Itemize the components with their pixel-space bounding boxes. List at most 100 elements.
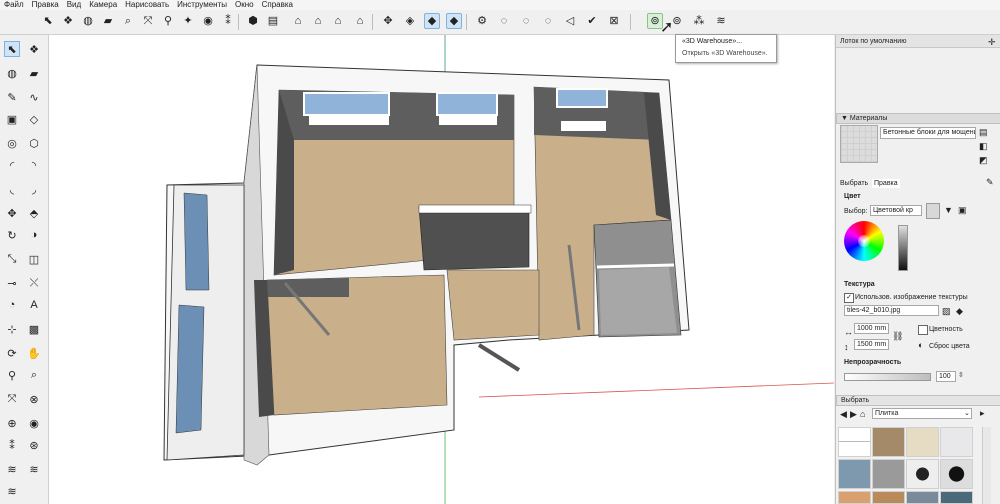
forward-arrow-icon[interactable]: ▶: [850, 409, 857, 419]
3d-text-icon[interactable]: ▩: [26, 321, 42, 337]
menu-view[interactable]: Вид: [67, 0, 81, 10]
reset-color-label[interactable]: Сброс цвета: [929, 342, 970, 351]
swatches-scrollbar[interactable]: [982, 427, 991, 504]
swatch-beige-tile[interactable]: [906, 427, 939, 457]
paint-bucket-icon[interactable]: ◍: [4, 65, 20, 81]
section-fill-icon[interactable]: ◌: [540, 13, 556, 29]
pin-icon[interactable]: ✛: [988, 37, 996, 47]
zoom-window-icon[interactable]: ⌕: [120, 13, 136, 29]
details-icon[interactable]: ▸: [980, 408, 985, 418]
browse-texture-icon[interactable]: ▨: [942, 306, 951, 316]
swatch-slate-tile[interactable]: [906, 491, 939, 504]
extension-manager-icon[interactable]: ≋: [713, 13, 729, 29]
sandbox-icon[interactable]: ◁: [562, 13, 578, 29]
section-display-icon[interactable]: ◌: [496, 13, 512, 29]
component-icon[interactable]: ❖: [60, 13, 76, 29]
freehand-icon[interactable]: ∿: [26, 89, 42, 105]
offset-icon[interactable]: ◫: [26, 251, 42, 267]
match-screen-color-icon[interactable]: ▣: [958, 205, 967, 215]
right-view-icon[interactable]: ⌂: [310, 13, 326, 29]
link-icon[interactable]: ⛓: [892, 331, 903, 341]
shaded-texture-icon[interactable]: ◆: [446, 13, 462, 29]
menu-file[interactable]: Файл: [4, 0, 24, 10]
home-icon[interactable]: ⌂: [860, 409, 865, 419]
push-pull-icon[interactable]: ⬘: [26, 205, 42, 221]
share-icon[interactable]: ≋: [4, 483, 20, 499]
use-texture-checkbox[interactable]: ✓: [844, 293, 854, 303]
front-view-icon[interactable]: ⌂: [290, 13, 306, 29]
model-viewport[interactable]: [49, 35, 834, 504]
swatch-star-ornament[interactable]: [940, 459, 973, 489]
eraser-icon[interactable]: ▰: [100, 13, 116, 29]
eyedropper-icon[interactable]: ✎: [986, 177, 994, 187]
section-cut-icon[interactable]: ◌: [518, 13, 534, 29]
section-plane-icon[interactable]: ⚙: [474, 13, 490, 29]
opacity-slider[interactable]: [844, 373, 931, 381]
menu-help[interactable]: Справка: [262, 0, 293, 10]
material-name-field[interactable]: Бетонные блоки для мощени: [880, 127, 976, 139]
swatch-orange-tile[interactable]: [838, 491, 871, 504]
back-arrow-icon[interactable]: ◀: [840, 409, 847, 419]
shaded-icon[interactable]: ◆: [424, 13, 440, 29]
footprints-icon[interactable]: ⁑: [220, 13, 236, 29]
look-around-icon[interactable]: ◉: [26, 415, 42, 431]
drape-icon[interactable]: ✔: [584, 13, 600, 29]
menu-window[interactable]: Окно: [235, 0, 254, 10]
top-view-icon[interactable]: ▤: [265, 13, 281, 29]
xray-icon[interactable]: ✥: [380, 13, 396, 29]
follow-me-icon[interactable]: ◑: [26, 227, 42, 243]
protractor-icon[interactable]: ◔: [4, 297, 20, 313]
walk-icon[interactable]: ⁑: [4, 437, 20, 453]
colorize-checkbox[interactable]: [918, 325, 928, 335]
match-model-color-icon[interactable]: ▼: [944, 205, 953, 215]
chevron-down-icon[interactable]: ⌄: [964, 409, 970, 419]
zoom-extents-icon[interactable]: ⤧: [4, 391, 20, 407]
create-material-icon[interactable]: ▤: [979, 127, 988, 137]
zoom-window-icon[interactable]: ⌕: [26, 367, 42, 383]
dimension-icon[interactable]: ⤬: [26, 275, 42, 291]
rectangle-icon[interactable]: ▣: [4, 111, 20, 127]
circle-icon[interactable]: ◎: [4, 135, 20, 151]
section-plane-icon[interactable]: ⊛: [26, 437, 42, 453]
text-icon[interactable]: A: [26, 297, 42, 313]
default-material-icon[interactable]: ◩: [979, 155, 988, 165]
swatch-dark-tile[interactable]: [940, 491, 973, 504]
make-component-icon[interactable]: ❖: [26, 41, 42, 57]
opacity-value-field[interactable]: 100: [936, 371, 956, 382]
scale-icon[interactable]: ⤡: [4, 251, 20, 267]
axes-icon[interactable]: ⊹: [4, 321, 20, 337]
zoom-extents-icon[interactable]: ⤧: [140, 13, 156, 29]
eye-icon[interactable]: ◉: [200, 13, 216, 29]
zoom-icon[interactable]: ⚲: [4, 367, 20, 383]
color-picker-select[interactable]: Цветовой кр: [870, 205, 922, 216]
select-arrow-icon[interactable]: ⬉: [4, 41, 20, 57]
texture-width-field[interactable]: 1000 mm: [854, 323, 889, 334]
back-view-icon[interactable]: ⌂: [330, 13, 346, 29]
swatch-light-stone[interactable]: [940, 427, 973, 457]
swatch-brown-stone[interactable]: [872, 427, 905, 457]
tab-select[interactable]: Выбрать: [840, 179, 868, 188]
library-select[interactable]: Плитка: [872, 408, 972, 419]
rotate-icon[interactable]: ↻: [4, 227, 20, 243]
tape-measure-icon[interactable]: ⊸: [4, 275, 20, 291]
rotated-rectangle-icon[interactable]: ◇: [26, 111, 42, 127]
eraser-icon[interactable]: ▰: [26, 65, 42, 81]
three-point-arc-icon[interactable]: ◟: [4, 181, 20, 197]
opacity-spinner-icon[interactable]: ⇳: [958, 371, 964, 381]
pencil-line-icon[interactable]: ✎: [4, 89, 20, 105]
polygon-icon[interactable]: ⬡: [26, 135, 42, 151]
tab-edit[interactable]: Правка: [872, 179, 900, 188]
sample-paint-icon[interactable]: ◧: [979, 141, 988, 151]
menu-tools[interactable]: Инструменты: [177, 0, 227, 10]
arc-icon[interactable]: ◜: [4, 157, 20, 173]
pan-icon[interactable]: ✋: [26, 345, 42, 361]
menu-edit[interactable]: Правка: [32, 0, 59, 10]
dimension-icon[interactable]: ✦: [180, 13, 196, 29]
extension-icon[interactable]: ≋: [26, 461, 42, 477]
menu-draw[interactable]: Нарисовать: [125, 0, 169, 10]
texture-file-field[interactable]: tiles-42_b010.jpg: [844, 305, 939, 316]
move-icon[interactable]: ✥: [4, 205, 20, 221]
solid-tools-icon[interactable]: ⊠: [606, 13, 622, 29]
previous-view-icon[interactable]: ⊗: [26, 391, 42, 407]
materials-header[interactable]: ▼ Материалы: [836, 113, 1000, 124]
